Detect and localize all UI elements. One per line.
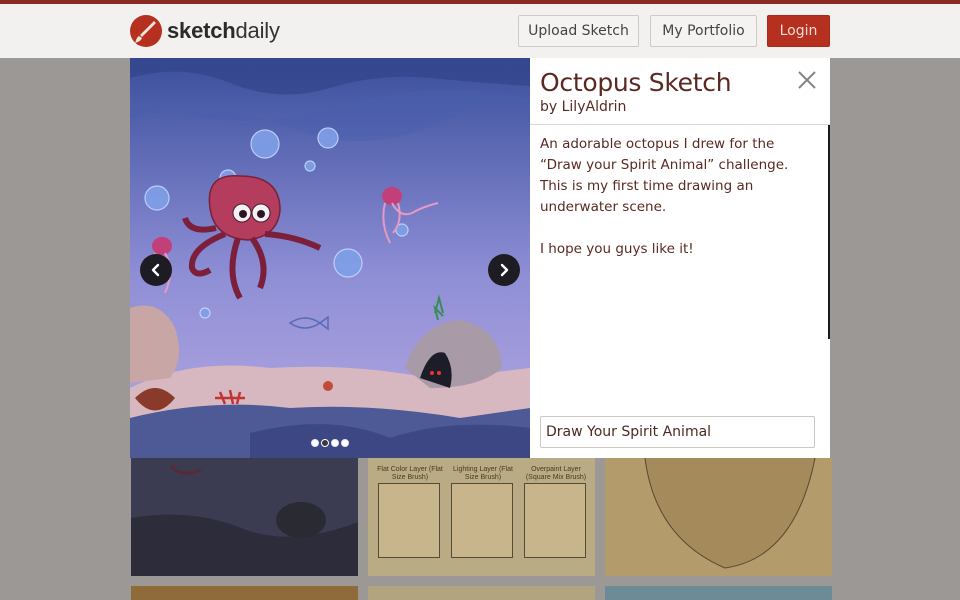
thumb-image: [131, 458, 358, 576]
gallery-thumb[interactable]: [368, 586, 595, 600]
carousel-dot[interactable]: [341, 439, 349, 447]
my-portfolio-button[interactable]: My Portfolio: [650, 15, 757, 47]
sketch-author[interactable]: by LilyAldrin: [540, 99, 626, 115]
layer-label: Overpaint Layer (Square Mix Brush): [525, 466, 587, 481]
layer-label: Lighting Layer (Flat Size Brush): [453, 466, 513, 481]
panel-divider: [530, 124, 830, 125]
sketch-detail-panel: Octopus Sketch by LilyAldrin An adorable…: [530, 58, 830, 458]
close-icon[interactable]: [797, 70, 817, 90]
face-sketch: [378, 483, 440, 558]
sketch-title: Octopus Sketch: [540, 68, 732, 97]
upload-sketch-button[interactable]: Upload Sketch: [518, 15, 639, 47]
carousel-dots: [311, 439, 349, 447]
gallery-thumb-octopus[interactable]: [131, 458, 358, 576]
chevron-left-icon: [151, 263, 160, 277]
site-header: sketchdaily Upload Sketch My Portfolio L…: [0, 4, 960, 58]
carousel-next-button[interactable]: [488, 254, 520, 286]
gallery-thumb-layers[interactable]: Flat Color Layer (Flat Size Brush) Light…: [368, 458, 595, 576]
carousel-dot[interactable]: [331, 439, 339, 447]
layer-label: Flat Color Layer (Flat Size Brush): [377, 466, 443, 481]
login-button[interactable]: Login: [767, 15, 830, 47]
description-paragraph: An adorable octopus I drew for the “Draw…: [540, 136, 789, 215]
thumb-image: [605, 458, 832, 576]
carousel-dot-active[interactable]: [321, 439, 329, 447]
sketch-image-carousel: [130, 58, 530, 458]
description-scrollbar[interactable]: [828, 125, 830, 339]
brush-logo-icon: [130, 15, 162, 47]
challenge-tag[interactable]: Draw Your Spirit Animal: [540, 416, 815, 448]
gallery-thumb-hat[interactable]: [605, 458, 832, 576]
face-sketch: [451, 483, 513, 558]
octopus-artwork: [130, 58, 530, 458]
carousel-dot[interactable]: [311, 439, 319, 447]
chevron-right-icon: [500, 263, 509, 277]
sketch-description: An adorable octopus I drew for the “Draw…: [540, 134, 815, 260]
gallery-thumb[interactable]: [605, 586, 832, 600]
gallery-thumb[interactable]: [131, 586, 358, 600]
face-sketch: [524, 483, 586, 558]
logo-wordmark: sketchdaily: [167, 18, 280, 43]
description-paragraph: I hope you guys like it!: [540, 241, 694, 257]
site-logo[interactable]: sketchdaily: [130, 15, 280, 47]
carousel-prev-button[interactable]: [140, 254, 172, 286]
